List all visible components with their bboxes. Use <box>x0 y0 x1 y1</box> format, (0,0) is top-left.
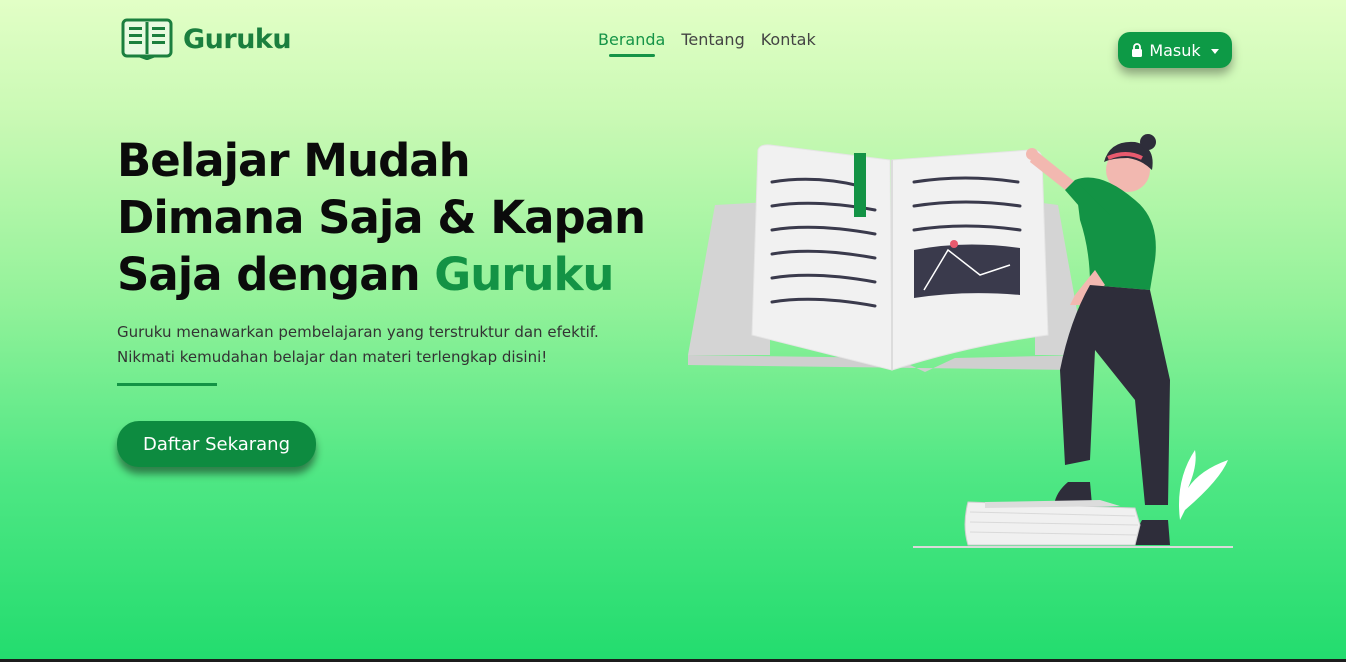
hero-title-line-2: Dimana Saja & Kapan <box>117 191 646 244</box>
reading-woman-illustration <box>688 134 1233 548</box>
hero-title-accent: Guruku <box>434 248 614 301</box>
brand[interactable]: Guruku <box>121 18 292 60</box>
login-dropdown-button[interactable]: Masuk <box>1118 32 1232 68</box>
register-now-button[interactable]: Daftar Sekarang <box>117 421 316 467</box>
nav-link-beranda[interactable]: Beranda <box>598 30 665 57</box>
hero-divider <box>117 383 217 386</box>
nav-link-tentang[interactable]: Tentang <box>681 30 744 57</box>
login-label: Masuk <box>1149 40 1201 60</box>
hero-title: Belajar Mudah Dimana Saja & Kapan Saja d… <box>117 132 697 303</box>
hero-desc-line-1: Guruku menawarkan pembelajaran yang ters… <box>117 323 599 341</box>
hero-desc-line-2: Nikmati kemudahan belajar dan materi ter… <box>117 348 548 366</box>
lock-icon <box>1132 43 1143 57</box>
brand-name: Guruku <box>183 23 292 55</box>
nav-link-kontak[interactable]: Kontak <box>761 30 816 57</box>
book-icon <box>121 18 173 60</box>
main-nav: Beranda Tentang Kontak <box>598 30 816 57</box>
hero-title-line-3: Saja dengan <box>117 248 435 301</box>
caret-down-icon <box>1210 48 1219 54</box>
hero-description: Guruku menawarkan pembelajaran yang ters… <box>117 320 677 370</box>
hero-title-line-1: Belajar Mudah <box>117 134 471 187</box>
